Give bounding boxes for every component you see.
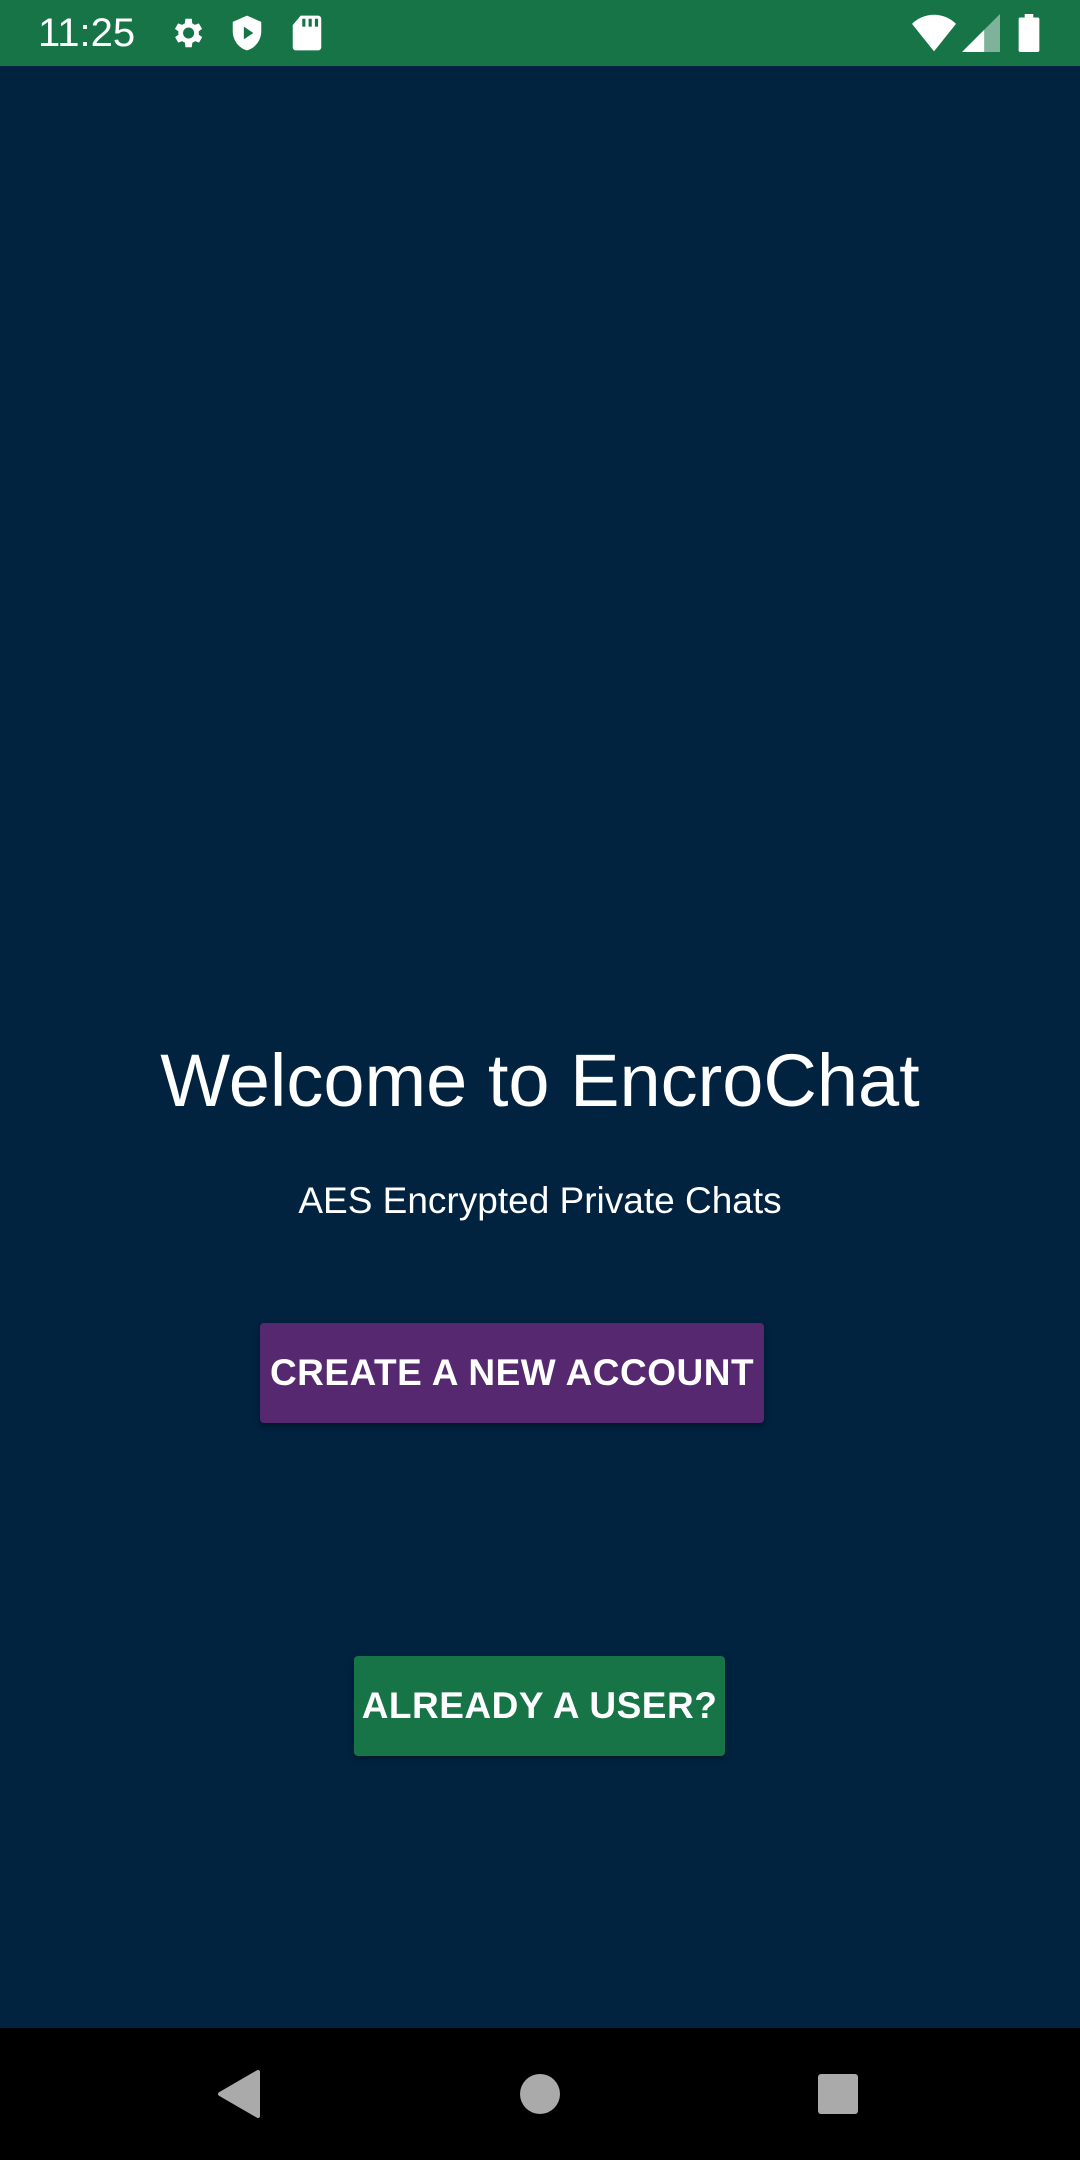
already-user-button[interactable]: ALREADY A USER? [354,1656,725,1756]
battery-icon [1018,14,1040,52]
recents-icon[interactable] [808,2064,868,2124]
sd-card-icon [290,14,324,52]
welcome-screen: Welcome to EncroChat AES Encrypted Priva… [0,66,1080,2028]
home-icon[interactable] [510,2064,570,2124]
status-bar: 11:25 [0,0,1080,66]
gear-icon [168,14,206,52]
shield-play-icon [228,14,266,52]
create-account-button[interactable]: CREATE A NEW ACCOUNT [260,1323,764,1423]
status-time: 11:25 [38,11,136,55]
back-icon[interactable] [212,2064,266,2124]
navigation-bar [0,2028,1080,2160]
signal-icon [962,14,1000,52]
welcome-subtitle: AES Encrypted Private Chats [298,1180,782,1221]
wifi-icon [912,14,956,52]
welcome-title: Welcome to EncroChat [160,1039,920,1122]
